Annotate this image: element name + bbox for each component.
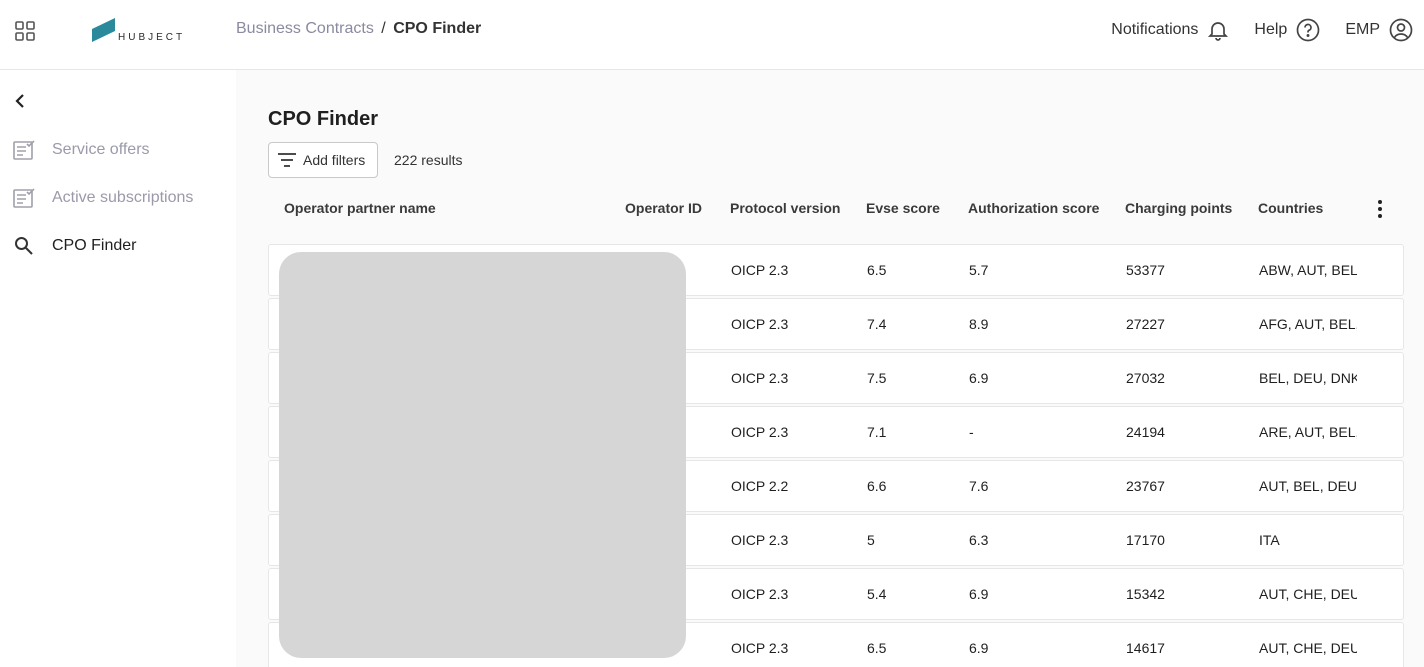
cell-evse-score: 6.5 [867, 640, 887, 656]
sidebar-item-service-offers[interactable]: Service offers [12, 135, 232, 165]
cell-authorization-score: 6.9 [969, 640, 989, 656]
cell-charging-points: 14617 [1126, 640, 1165, 656]
help-button[interactable]: Help [1254, 17, 1321, 43]
sidebar: Service offers Active subscriptions CPO … [0, 70, 236, 667]
cell-evse-score: 6.6 [867, 478, 887, 494]
top-bar: HUBJECT Business Contracts / CPO Finder … [0, 0, 1424, 70]
cell-protocol-version: OICP 2.2 [731, 478, 789, 494]
cell-evse-score: 7.5 [867, 370, 887, 386]
column-header-protocol-version[interactable]: Protocol version [730, 200, 840, 216]
more-vertical-icon[interactable] [1368, 197, 1392, 221]
top-actions: Notifications Help EMP [1087, 16, 1414, 44]
cell-charging-points: 17170 [1126, 532, 1165, 548]
sidebar-item-active-subscriptions[interactable]: Active subscriptions [12, 183, 232, 213]
cell-protocol-version: OICP 2.3 [731, 424, 789, 440]
sidebar-item-cpo-finder[interactable]: CPO Finder [12, 231, 232, 261]
logo-text: HUBJECT [118, 32, 186, 43]
main-content: CPO Finder Add filters 222 results Opera… [236, 70, 1424, 667]
cell-charging-points: 15342 [1126, 586, 1165, 602]
cell-authorization-score: 6.3 [969, 532, 989, 548]
cell-evse-score: 6.5 [867, 262, 887, 278]
sidebar-item-label: CPO Finder [52, 237, 137, 254]
cell-charging-points: 27227 [1126, 316, 1165, 332]
cell-charging-points: 27032 [1126, 370, 1165, 386]
cell-countries: ARE, AUT, BEL, C [1259, 424, 1357, 440]
cell-evse-score: 5 [867, 532, 875, 548]
cell-evse-score: 7.1 [867, 424, 887, 440]
cell-evse-score: 7.4 [867, 316, 887, 332]
account-label: EMP [1345, 21, 1380, 38]
cell-countries: AUT, BEL, DEU, F [1259, 478, 1357, 494]
breadcrumb: Business Contracts / CPO Finder [236, 20, 481, 38]
cell-authorization-score: 6.9 [969, 586, 989, 602]
chevron-left-icon[interactable] [12, 92, 30, 110]
cell-authorization-score: 5.7 [969, 262, 989, 278]
cell-countries: AFG, AUT, BEL, C [1259, 316, 1357, 332]
column-header-operator-id[interactable]: Operator ID [625, 200, 702, 216]
cell-countries: ITA [1259, 532, 1280, 548]
add-filters-button[interactable]: Add filters [268, 142, 378, 178]
search-icon [12, 234, 36, 258]
column-header-charging-points[interactable]: Charging points [1125, 200, 1232, 216]
sidebar-item-label: Service offers [52, 141, 150, 158]
breadcrumb-separator: / [381, 20, 386, 37]
help-circle-icon [1296, 18, 1320, 42]
user-circle-icon [1389, 18, 1413, 42]
filter-icon [278, 153, 296, 167]
cell-authorization-score: 8.9 [969, 316, 989, 332]
cell-protocol-version: OICP 2.3 [731, 640, 789, 656]
document-check-icon [12, 186, 36, 210]
results-count: 222 results [394, 152, 463, 168]
account-button[interactable]: EMP [1345, 17, 1414, 43]
cell-protocol-version: OICP 2.3 [731, 262, 789, 278]
breadcrumb-current: CPO Finder [393, 20, 482, 37]
column-header-evse-score[interactable]: Evse score [866, 200, 940, 216]
add-filters-label: Add filters [303, 152, 366, 168]
hubject-logo[interactable]: HUBJECT [91, 17, 191, 45]
redacted-region [279, 252, 686, 658]
cell-authorization-score: 7.6 [969, 478, 989, 494]
cell-protocol-version: OICP 2.3 [731, 586, 789, 602]
cell-authorization-score: 6.9 [969, 370, 989, 386]
cell-protocol-version: OICP 2.3 [731, 532, 789, 548]
bell-icon [1208, 22, 1229, 41]
help-label: Help [1254, 21, 1288, 38]
column-header-countries[interactable]: Countries [1258, 200, 1323, 216]
cell-protocol-version: OICP 2.3 [731, 316, 789, 332]
notifications-label: Notifications [1111, 21, 1199, 38]
notifications-button[interactable]: Notifications [1111, 18, 1230, 42]
cell-countries: BEL, DEU, DNK, [1259, 370, 1357, 386]
cell-charging-points: 23767 [1126, 478, 1165, 494]
page-title: CPO Finder [268, 108, 379, 130]
cell-charging-points: 53377 [1126, 262, 1165, 278]
column-header-authorization-score[interactable]: Authorization score [968, 200, 1099, 216]
cell-evse-score: 5.4 [867, 586, 887, 602]
column-header-operator-partner-name[interactable]: Operator partner name [284, 200, 436, 216]
cell-countries: AUT, CHE, DEU, [1259, 640, 1357, 656]
cell-protocol-version: OICP 2.3 [731, 370, 789, 386]
breadcrumb-parent-link[interactable]: Business Contracts [236, 20, 374, 37]
cell-countries: AUT, CHE, DEU, [1259, 586, 1357, 602]
apps-grid-icon[interactable] [14, 20, 36, 42]
cell-charging-points: 24194 [1126, 424, 1165, 440]
cell-countries: ABW, AUT, BEL, [1259, 262, 1357, 278]
cell-authorization-score: - [969, 424, 974, 440]
hubject-logo-mark [92, 18, 115, 42]
document-check-icon [12, 138, 36, 162]
sidebar-item-label: Active subscriptions [52, 189, 194, 206]
